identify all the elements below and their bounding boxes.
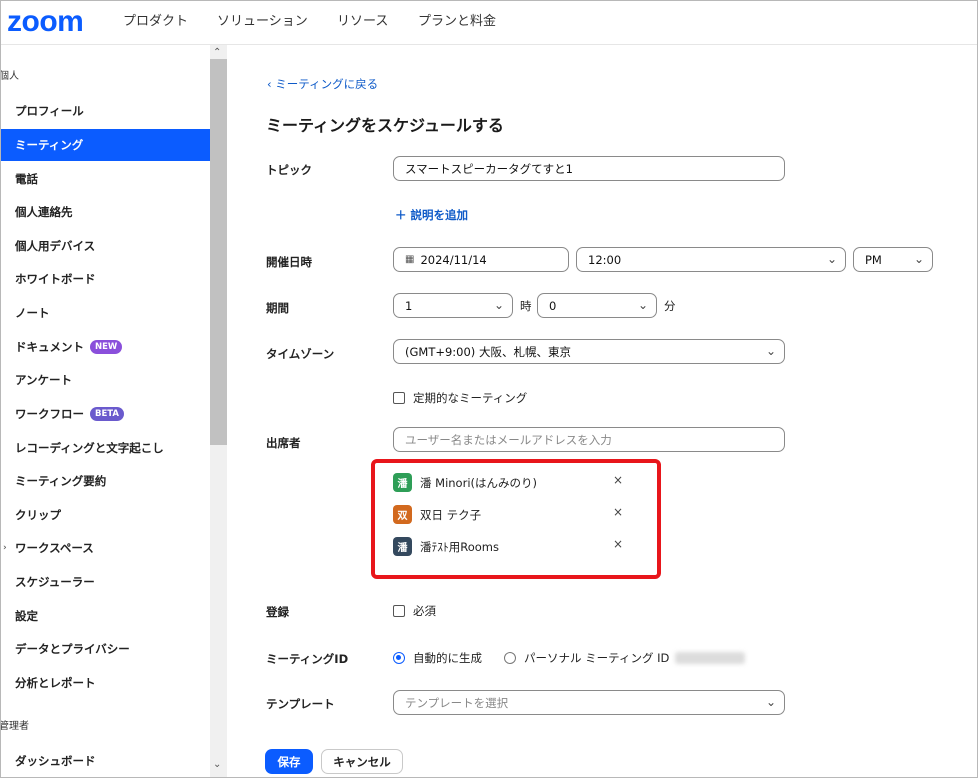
template-label: テンプレート xyxy=(266,697,335,711)
registration-label: 登録 xyxy=(266,605,289,619)
chevron-down-icon: ⌄ xyxy=(637,298,648,312)
date-picker[interactable]: ▦ 2024/11/14 xyxy=(393,247,569,272)
caret-right-icon: › xyxy=(3,543,7,553)
time-select[interactable]: 12:00 ⌄ xyxy=(576,247,846,272)
sidebar-scrollbar-thumb[interactable] xyxy=(210,59,227,445)
scroll-down-icon[interactable]: ⌄ xyxy=(213,759,221,770)
remove-attendee-icon[interactable]: × xyxy=(613,505,623,519)
beta-badge: BETA xyxy=(90,407,125,421)
sidebar: 個人 プロフィール ミーティング 電話 個人連絡先 個人用デバイス ホワイトボー… xyxy=(1,45,227,777)
sidebar-section-personal: 個人 xyxy=(0,71,19,82)
sidebar-item-workspace[interactable]: › ワークスペース xyxy=(1,532,210,564)
nav-products[interactable]: プロダクト xyxy=(123,10,188,29)
nav-solutions[interactable]: ソリューション xyxy=(217,10,308,29)
timezone-label: タイムゾーン xyxy=(266,347,335,361)
remove-attendee-icon[interactable]: × xyxy=(613,537,623,551)
sidebar-item-scheduler[interactable]: スケジューラー xyxy=(1,566,210,598)
attendees-label: 出席者 xyxy=(266,436,301,450)
recurring-checkbox[interactable] xyxy=(393,392,405,404)
add-description-link[interactable]: ＋ 説明を追加 xyxy=(395,207,468,223)
template-select[interactable]: テンプレートを選択 ⌄ xyxy=(393,690,785,715)
duration-hours-select[interactable]: 1 ⌄ xyxy=(393,293,513,318)
sidebar-item-reports[interactable]: 分析とレポート xyxy=(1,667,210,699)
chevron-down-icon: ⌄ xyxy=(765,695,776,709)
meeting-id-personal-radio-row[interactable]: パーソナル ミーティング ID xyxy=(504,650,746,666)
personal-meeting-id-radio[interactable] xyxy=(504,652,516,664)
back-to-meetings-link[interactable]: ‹ ミーティングに戻る xyxy=(267,76,378,92)
hours-unit: 時 xyxy=(520,299,532,313)
plus-icon: ＋ xyxy=(395,208,407,222)
sidebar-item-privacy[interactable]: データとプライバシー xyxy=(1,633,210,665)
sidebar-item-devices[interactable]: 個人用デバイス xyxy=(1,230,210,262)
chevron-down-icon: ⌄ xyxy=(765,344,776,358)
calendar-icon: ▦ xyxy=(405,254,415,265)
sidebar-item-phone[interactable]: 電話 xyxy=(1,163,210,195)
scroll-up-icon[interactable]: ⌃ xyxy=(213,47,221,58)
duration-minutes-select[interactable]: 0 ⌄ xyxy=(537,293,657,318)
new-badge: NEW xyxy=(90,340,123,354)
registration-required-checkbox[interactable] xyxy=(393,605,405,617)
sidebar-item-notes[interactable]: ノート xyxy=(1,297,210,329)
meeting-id-label: ミーティングID xyxy=(266,652,349,666)
attendees-input[interactable]: ユーザー名またはメールアドレスを入力 xyxy=(393,427,785,452)
sidebar-item-clips[interactable]: クリップ xyxy=(1,499,210,531)
page-title: ミーティングをスケジュールする xyxy=(266,116,504,135)
sidebar-item-summary[interactable]: ミーティング要約 xyxy=(1,465,210,497)
redacted-meeting-id xyxy=(675,652,746,664)
sidebar-item-workflow[interactable]: ワークフロー BETA xyxy=(1,398,210,430)
chevron-down-icon: ⌄ xyxy=(826,252,837,266)
meeting-id-auto-radio-row[interactable]: 自動的に生成 xyxy=(393,650,482,666)
topic-input[interactable]: スマートスピーカータグてすと1 xyxy=(393,156,785,181)
sidebar-item-whiteboard[interactable]: ホワイトボード xyxy=(1,263,210,295)
auto-generate-radio[interactable] xyxy=(393,652,405,664)
chevron-left-icon: ‹ xyxy=(267,77,272,91)
ampm-select[interactable]: PM ⌄ xyxy=(853,247,933,272)
sidebar-item-recordings[interactable]: レコーディングと文字起こし xyxy=(1,432,210,464)
remove-attendee-icon[interactable]: × xyxy=(613,473,623,487)
nav-resources[interactable]: リソース xyxy=(337,10,388,29)
sidebar-item-settings[interactable]: 設定 xyxy=(1,600,210,632)
chevron-down-icon: ⌄ xyxy=(913,252,924,266)
sidebar-item-dashboard[interactable]: ダッシュボード xyxy=(1,745,210,777)
sidebar-item-docs[interactable]: ドキュメント NEW xyxy=(1,331,210,363)
zoom-logo[interactable]: zoom xyxy=(7,5,84,39)
top-nav: zoom プロダクト ソリューション リソース プランと料金 xyxy=(1,1,977,45)
chevron-down-icon: ⌄ xyxy=(493,298,504,312)
app-window: zoom プロダクト ソリューション リソース プランと料金 個人 プロフィール… xyxy=(0,0,978,778)
avatar: 双 xyxy=(393,505,412,524)
main-content: ‹ ミーティングに戻る ミーティングをスケジュールする トピック スマートスピー… xyxy=(227,45,977,777)
datetime-label: 開催日時 xyxy=(266,255,312,269)
minutes-unit: 分 xyxy=(664,299,676,313)
sidebar-item-contacts[interactable]: 個人連絡先 xyxy=(1,196,210,228)
attendee-item: 潘 潘 Minori(はんみのり) xyxy=(393,473,537,492)
attendee-item: 双 双日 テク子 xyxy=(393,505,481,524)
duration-label: 期間 xyxy=(266,301,289,315)
avatar: 潘 xyxy=(393,537,412,556)
cancel-button[interactable]: キャンセル xyxy=(321,749,403,774)
nav-pricing[interactable]: プランと料金 xyxy=(418,10,496,29)
sidebar-item-profile[interactable]: プロフィール xyxy=(1,95,210,127)
avatar: 潘 xyxy=(393,473,412,492)
topic-label: トピック xyxy=(266,163,312,177)
registration-checkbox-row[interactable]: 必須 xyxy=(393,603,436,619)
recurring-checkbox-row[interactable]: 定期的なミーティング xyxy=(393,390,527,406)
sidebar-item-meetings[interactable]: ミーティング xyxy=(1,129,210,161)
timezone-select[interactable]: (GMT+9:00) 大阪、札幌、東京 ⌄ xyxy=(393,339,785,364)
attendee-item: 潘 潘ﾃｽﾄ用Rooms xyxy=(393,537,499,556)
sidebar-section-admin: 管理者 xyxy=(0,721,29,732)
save-button[interactable]: 保存 xyxy=(265,749,313,774)
sidebar-item-survey[interactable]: アンケート xyxy=(1,364,210,396)
